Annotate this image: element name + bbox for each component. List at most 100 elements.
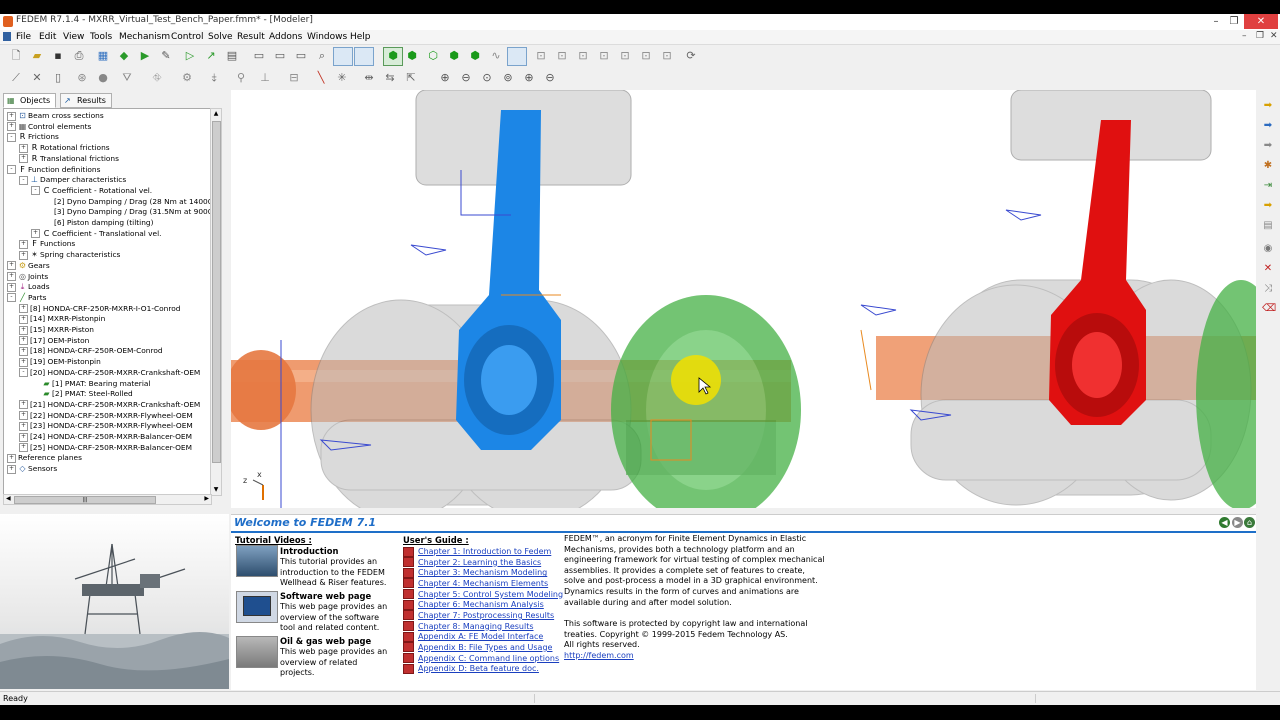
minimize-button[interactable]: – bbox=[1208, 14, 1224, 29]
expand-icon[interactable]: + bbox=[7, 122, 16, 132]
mdi-document-icon[interactable] bbox=[3, 32, 11, 41]
tree-horizontal-scrollbar[interactable]: ◀ ||| ▶ bbox=[3, 494, 212, 505]
tree-item[interactable]: + ✶ Spring characteristics bbox=[19, 249, 120, 260]
ball-joint-tool-icon[interactable]: ⚙ bbox=[180, 71, 194, 85]
tree-item[interactable]: + [21] HONDA-CRF-250R-MXRR-Crankshaft-OEM bbox=[19, 399, 200, 410]
expand-icon[interactable]: + bbox=[19, 336, 28, 346]
green-cube-2-icon[interactable]: ⬢ bbox=[405, 49, 419, 63]
tree-item[interactable]: [3] Dyno Damping / Drag (31.5Nm at 9000 … bbox=[43, 206, 211, 217]
brush-tool-icon[interactable]: ╲ bbox=[314, 71, 328, 85]
guide-chapter-link[interactable]: Appendix C: Command line options bbox=[418, 654, 559, 663]
guide-chapter-link[interactable]: Chapter 4: Mechanism Elements bbox=[418, 579, 548, 588]
arrow-right-icon[interactable]: ➡ bbox=[1262, 100, 1274, 112]
branch-icon[interactable]: ⤨ bbox=[1262, 283, 1274, 295]
node-icon[interactable]: ✱ bbox=[1262, 160, 1274, 172]
menu-solve[interactable]: Solve bbox=[208, 30, 233, 44]
curve-icon[interactable]: ∿ bbox=[489, 49, 503, 63]
guide-chapter-item[interactable]: Chapter 2: Learning the Basics bbox=[403, 557, 541, 568]
tree-item[interactable]: + [25] HONDA-CRF-250R-MXRR-Balancer-OEM bbox=[19, 442, 192, 453]
menu-addons[interactable]: Addons bbox=[269, 30, 302, 44]
parallel-toggle-button[interactable] bbox=[507, 47, 527, 66]
tab-objects[interactable]: ▦ Objects bbox=[3, 93, 57, 108]
zoom-window-icon[interactable]: ⌕ bbox=[315, 49, 329, 63]
move-icon[interactable]: ⇆ bbox=[383, 71, 397, 85]
expand-icon[interactable]: + bbox=[19, 325, 28, 335]
tree-item[interactable]: + [22] HONDA-CRF-250R-MXRR-Flywheel-OEM bbox=[19, 410, 193, 421]
forward-icon[interactable]: ◆ bbox=[117, 49, 131, 63]
delete-icon[interactable]: ✕ bbox=[1262, 263, 1274, 275]
zoom-in-icon[interactable]: ⊕ bbox=[438, 71, 452, 85]
sensor-tool-icon[interactable]: ⊥ bbox=[258, 71, 272, 85]
view-iso-icon[interactable]: ⊡ bbox=[660, 49, 674, 63]
oil-gas-thumbnail[interactable] bbox=[236, 636, 278, 668]
nav-back-button[interactable]: ◀ bbox=[1219, 517, 1230, 528]
curve-tool-icon[interactable]: ⊟ bbox=[287, 71, 301, 85]
tree-item[interactable]: + Reference planes bbox=[7, 452, 82, 463]
guide-chapter-item[interactable]: Appendix C: Command line options bbox=[403, 653, 559, 664]
view-bottom-icon[interactable]: ⊡ bbox=[639, 49, 653, 63]
collapse-icon[interactable]: - bbox=[19, 368, 28, 378]
view-mode-2-button[interactable] bbox=[354, 47, 374, 66]
triad-icon[interactable]: ⟋ bbox=[9, 71, 23, 85]
align-icon[interactable]: ⇹ bbox=[362, 71, 376, 85]
view-left-icon[interactable]: ⊡ bbox=[576, 49, 590, 63]
zoom-fit-icon[interactable]: ⊚ bbox=[501, 71, 515, 85]
window-icon[interactable]: ▭ bbox=[252, 49, 266, 63]
pick-tool-icon[interactable]: ✳ bbox=[335, 71, 349, 85]
open-file-icon[interactable]: ▰ bbox=[30, 49, 44, 63]
expand-icon[interactable]: + bbox=[19, 143, 28, 153]
scroll-left-arrow[interactable]: ◀ bbox=[6, 495, 11, 502]
model-icon[interactable]: ▦ bbox=[96, 49, 110, 63]
save-icon[interactable]: ▪ bbox=[51, 49, 65, 63]
pen-icon[interactable]: ✎ bbox=[159, 49, 173, 63]
disk-icon[interactable]: ◉ bbox=[1262, 243, 1274, 255]
collapse-icon[interactable]: - bbox=[7, 293, 16, 303]
expand-icon[interactable]: + bbox=[19, 154, 28, 164]
scroll-right-arrow[interactable]: ▶ bbox=[204, 495, 209, 502]
3d-model-viewport[interactable]: z x bbox=[231, 90, 1256, 508]
expand-icon[interactable]: + bbox=[19, 400, 28, 410]
tree-item[interactable]: + ⚙ Gears bbox=[7, 260, 50, 271]
menu-mechanism[interactable]: Mechanism bbox=[119, 30, 170, 44]
arrow-blue-icon[interactable]: ➡ bbox=[1262, 120, 1274, 132]
scroll-thumb[interactable] bbox=[212, 121, 221, 463]
tree-item[interactable]: + ⊡ Beam cross sections bbox=[7, 110, 104, 121]
tree-item[interactable]: + [17] OEM-Piston bbox=[19, 335, 89, 346]
hscroll-thumb[interactable]: ||| bbox=[14, 496, 156, 504]
tree-item[interactable]: + [15] MXRR-Piston bbox=[19, 324, 94, 335]
tree-item[interactable]: + [24] HONDA-CRF-250R-MXRR-Balancer-OEM bbox=[19, 431, 192, 442]
grid-icon[interactable]: ▤ bbox=[225, 49, 239, 63]
tree-item[interactable]: - F Function definitions bbox=[7, 164, 100, 175]
print-icon[interactable]: ⎙ bbox=[72, 49, 86, 63]
expand-icon[interactable]: + bbox=[19, 346, 28, 356]
guide-chapter-item[interactable]: Chapter 1: Introduction to Fedem bbox=[403, 546, 551, 557]
menu-help[interactable]: Help bbox=[350, 30, 371, 44]
menu-edit[interactable]: Edit bbox=[39, 30, 56, 44]
tree-item[interactable]: + F Functions bbox=[19, 238, 75, 249]
tree-item[interactable]: + [14] MXRR-Pistonpin bbox=[19, 313, 105, 324]
zoom-window-2-icon[interactable]: ⊕ bbox=[522, 71, 536, 85]
guide-chapter-item[interactable]: Chapter 7: Postprocessing Results bbox=[403, 610, 554, 621]
tree-item[interactable]: + ▦ Control elements bbox=[7, 121, 91, 132]
new-file-icon[interactable]: 🗋 bbox=[9, 49, 23, 63]
guide-chapter-item[interactable]: Chapter 5: Control System Modeling bbox=[403, 589, 563, 600]
expand-icon[interactable]: + bbox=[31, 229, 40, 239]
beam-tool-icon[interactable]: ▯ bbox=[51, 71, 65, 85]
arrow-yellow-icon[interactable]: ➡ bbox=[1262, 200, 1274, 212]
tree-item[interactable]: ▰ [2] PMAT: Steel-Rolled bbox=[31, 388, 132, 399]
collapse-icon[interactable]: - bbox=[31, 186, 40, 196]
tree-item[interactable]: - C Coefficient - Rotational vel. bbox=[31, 185, 152, 196]
guide-chapter-link[interactable]: Appendix A: FE Model Interface bbox=[418, 632, 543, 641]
collapse-icon[interactable]: - bbox=[7, 165, 16, 174]
gear-tool-icon[interactable]: ⚲ bbox=[234, 71, 248, 85]
guide-chapter-link[interactable]: Appendix D: Beta feature doc. bbox=[418, 664, 539, 673]
menu-tools[interactable]: Tools bbox=[90, 30, 112, 44]
expand-icon[interactable]: + bbox=[7, 464, 16, 474]
mdi-close-button[interactable]: ✕ bbox=[1270, 31, 1278, 41]
menu-view[interactable]: View bbox=[63, 30, 84, 44]
guide-chapter-item[interactable]: Appendix D: Beta feature doc. bbox=[403, 663, 539, 674]
guide-chapter-link[interactable]: Chapter 5: Control System Modeling bbox=[418, 590, 563, 599]
zoom-reset-icon[interactable]: ⊖ bbox=[543, 71, 557, 85]
scroll-down-arrow[interactable]: ▼ bbox=[212, 486, 220, 494]
guide-chapter-link[interactable]: Chapter 2: Learning the Basics bbox=[418, 558, 541, 567]
